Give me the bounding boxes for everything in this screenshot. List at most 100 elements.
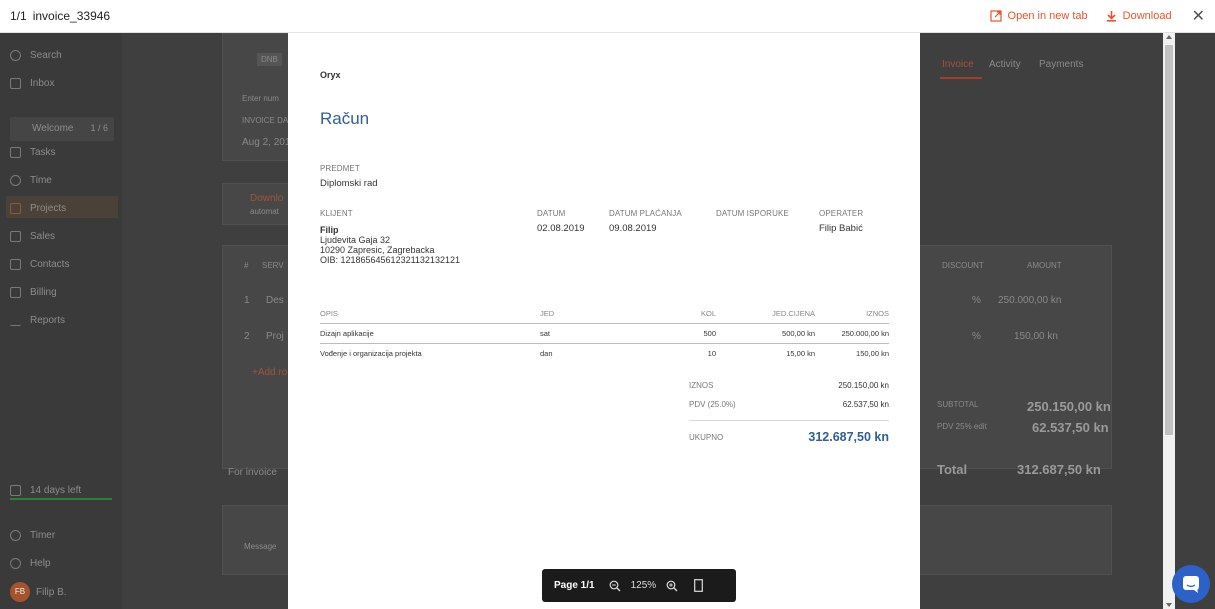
folder-icon <box>10 203 21 214</box>
sidebar-item-help[interactable]: Help <box>10 558 51 569</box>
open-new-tab-label: Open in new tab <box>1007 10 1088 22</box>
date-label: DATUM <box>537 209 566 218</box>
checkbox-icon <box>10 147 21 158</box>
active-tab-underline <box>940 77 982 79</box>
cell-description: Dizajn aplikacije <box>320 323 540 344</box>
fit-page-button[interactable] <box>694 579 704 592</box>
scroll-down-icon[interactable] <box>1166 603 1172 607</box>
scroll-up-icon[interactable] <box>1166 35 1172 39</box>
pdv-value: 62.537,50 kn <box>1032 420 1109 435</box>
zoom-out-icon <box>609 580 621 591</box>
subtotal-label: SUBTOTAL <box>937 400 979 409</box>
tab-invoice[interactable]: Invoice <box>942 59 974 70</box>
sidebar-item-sales[interactable]: Sales <box>10 231 55 242</box>
calendar-icon <box>10 485 21 496</box>
billing-icon <box>10 287 21 298</box>
chart-line-icon <box>10 315 21 326</box>
open-new-tab-button[interactable]: Open in new tab <box>989 10 1088 22</box>
cell-amount: 250.000,00 kn <box>815 323 889 344</box>
table-header-row: OPIS JED KOL JED.CIJENA IZNOS <box>320 309 889 324</box>
cell-unit: sat <box>540 323 620 344</box>
row-1-num: 1 <box>244 295 250 306</box>
vat-label: PDV (25.0%) <box>689 400 736 409</box>
table-row: Dizajn aplikacije sat 500 500,00 kn 250.… <box>320 323 889 344</box>
header-actions: Open in new tab Download ✕ <box>972 6 1205 26</box>
client-address: Ljudevita Gaja 32 10290 Zapresic, Zagreb… <box>320 235 460 265</box>
sidebar-item-billing[interactable]: Billing <box>10 287 57 298</box>
close-icon[interactable]: ✕ <box>1192 6 1205 26</box>
row-1-service[interactable]: Des <box>266 295 284 306</box>
sidebar-item-search[interactable]: Search <box>10 50 62 61</box>
payment-date-label: DATUM PLAĆANJA <box>609 209 682 218</box>
col-amount: AMOUNT <box>1027 261 1062 270</box>
invoice-number-input[interactable]: Enter num <box>242 94 279 103</box>
app-sidebar: Search Inbox Welcome 1 / 6 Tasks Time Pro… <box>0 33 122 609</box>
avatar[interactable]: FB <box>10 582 30 602</box>
sidebar-item-inbox[interactable]: Inbox <box>10 78 54 89</box>
clock-icon <box>10 175 21 186</box>
timer-icon <box>10 530 21 541</box>
file-name: invoice_33946 <box>32 9 111 23</box>
summary-divider <box>689 420 889 421</box>
download-label: Download <box>1122 10 1172 22</box>
line-items-table: OPIS JED KOL JED.CIJENA IZNOS Dizajn apl… <box>320 309 889 363</box>
company-name: Oryx <box>320 70 341 80</box>
row-2-amount: 150,00 kn <box>1014 331 1058 342</box>
help-icon <box>10 558 21 569</box>
chat-launcher-button[interactable] <box>1172 565 1210 603</box>
cell-unit: dan <box>540 349 553 358</box>
sidebar-item-time[interactable]: Time <box>10 175 52 186</box>
subject-value: Diplomski rad <box>320 178 378 189</box>
client-street: Ljudevita Gaja 32 <box>320 235 391 245</box>
cell-unit-price: 500,00 kn <box>716 323 815 344</box>
client-city: 10290 Zapresic, Zagrebacka <box>320 245 435 255</box>
sidebar-item-tasks[interactable]: Tasks <box>10 147 56 158</box>
row-1-discount[interactable]: % <box>972 295 981 306</box>
col-jed: JED <box>540 309 620 324</box>
sidebar-item-contacts[interactable]: Contacts <box>10 259 69 270</box>
page-indicator: Page 1/1 <box>554 580 595 591</box>
vertical-scrollbar[interactable] <box>1163 33 1175 609</box>
funnel-icon <box>10 231 21 242</box>
total-value: 312.687,50 kn <box>808 430 889 444</box>
total-label: UKUPNO <box>689 433 724 442</box>
download-button[interactable]: Download <box>1106 10 1172 22</box>
zoom-level: 125% <box>630 580 657 591</box>
welcome-count: 1 / 6 <box>90 123 108 133</box>
zoom-out-button[interactable] <box>609 580 621 592</box>
add-row-link[interactable]: +Add ro <box>252 367 287 378</box>
preview-header: 1/1 invoice_33946 Open in new tab Downlo… <box>0 0 1215 33</box>
message-input[interactable]: Message <box>244 542 276 551</box>
sidebar-item-timer[interactable]: Timer <box>10 530 55 541</box>
invoice-document: Oryx Račun PREDMET Diplomski rad KLIJENT… <box>288 33 920 609</box>
total-label: Total <box>937 462 968 477</box>
sidebar-item-welcome[interactable]: Welcome 1 / 6 <box>10 117 114 141</box>
tab-payments[interactable]: Payments <box>1039 59 1083 70</box>
external-link-icon <box>989 10 1002 22</box>
cell-description: Vođenje i organizacija projekta <box>320 349 422 358</box>
col-service: SERV <box>262 261 284 270</box>
download-icon <box>1106 11 1116 22</box>
col-jed-cijena: JED.CIJENA <box>716 309 815 324</box>
row-2-discount[interactable]: % <box>972 331 981 342</box>
invoice-date-label: INVOICE DAT <box>242 116 293 125</box>
operator-label: OPERATER <box>819 209 864 218</box>
row-2-service[interactable]: Proj <box>266 331 284 342</box>
pdv-label[interactable]: PDV 25% edit <box>937 422 987 431</box>
page-fit-icon <box>694 579 704 592</box>
invoice-date-value: Aug 2, 201 <box>242 137 291 148</box>
trial-indicator[interactable]: 14 days left <box>10 485 81 496</box>
download-link[interactable]: Downlo <box>250 193 283 204</box>
subject-label: PREDMET <box>320 164 360 173</box>
sidebar-item-reports[interactable]: Reports <box>10 315 65 326</box>
zoom-in-button[interactable] <box>666 580 678 592</box>
date-value: 02.08.2019 <box>537 223 585 234</box>
client-name: Filip <box>320 225 339 235</box>
sidebar-item-projects[interactable]: Projects <box>10 203 66 214</box>
col-discount: DISCOUNT <box>942 261 984 270</box>
scrollbar-thumb[interactable] <box>1165 45 1173 435</box>
document-title: Račun <box>320 109 370 128</box>
page-controls-toolbar: Page 1/1 125% <box>542 569 736 602</box>
tab-activity[interactable]: Activity <box>989 59 1021 70</box>
subtotal-value: 250.150,00 kn <box>1027 399 1111 414</box>
